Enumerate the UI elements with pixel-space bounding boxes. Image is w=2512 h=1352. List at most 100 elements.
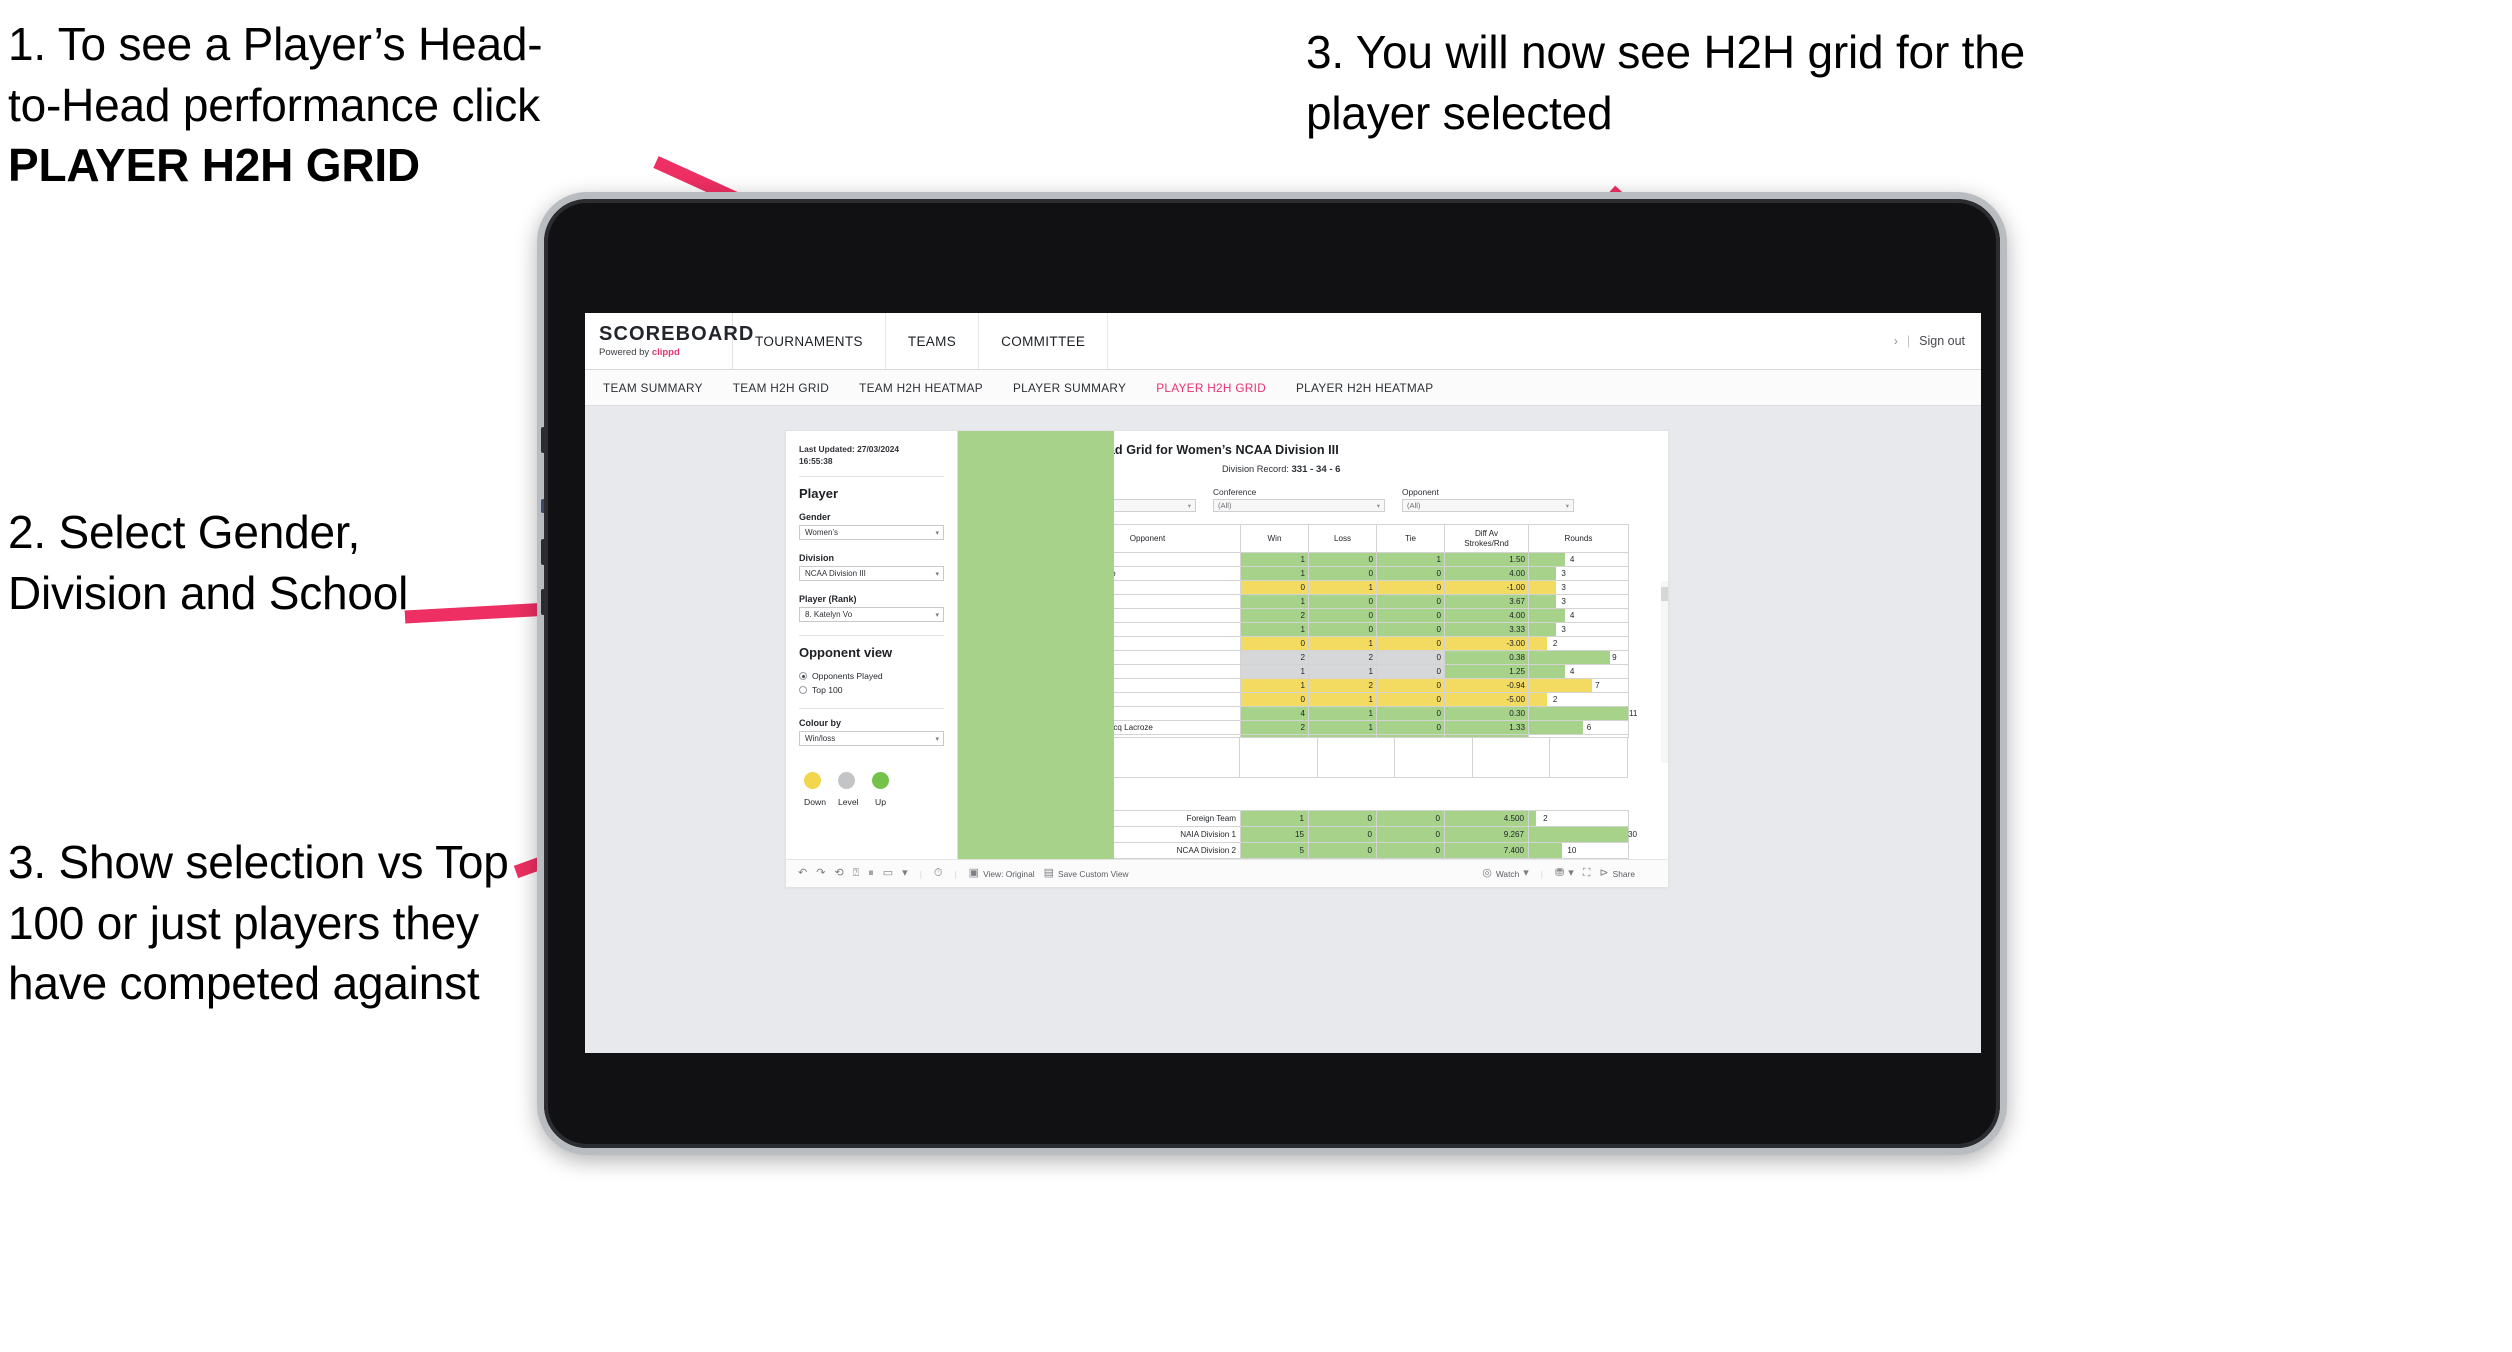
filter-opponent: Opponent (All) ▾ xyxy=(1402,487,1574,512)
cell-win: 1 xyxy=(1240,678,1309,693)
fullscreen-icon[interactable]: ⛶ xyxy=(1583,868,1591,879)
colour-by-label: Colour by xyxy=(799,718,841,729)
cell-rounds: 4 xyxy=(1528,664,1629,679)
cell-loss: 1 xyxy=(1308,692,1377,707)
refresh-icon[interactable]: ⍰ xyxy=(853,868,860,879)
redo-icon[interactable]: ↷ xyxy=(816,868,825,879)
cell-loss: 0 xyxy=(1308,608,1377,623)
cell-rounds: 4 xyxy=(1528,552,1629,567)
player-rank-select[interactable]: 8. Katelyn Vo ▾ xyxy=(799,607,944,623)
division-record-label: Division Record: xyxy=(1222,464,1289,474)
cell-diff-av-strokes: -3.00 xyxy=(1444,636,1529,651)
toolbar-divider: | xyxy=(954,868,957,879)
sign-out-link[interactable]: Sign out xyxy=(1919,334,1965,348)
table-vertical-scrollbar[interactable] xyxy=(1661,581,1668,763)
cell-loss: 0 xyxy=(1308,826,1377,843)
share-button[interactable]: ⊳ Share xyxy=(1599,868,1635,879)
cell-tie: 0 xyxy=(1376,826,1445,843)
cell-win: 2 xyxy=(1240,720,1309,735)
subnav-item-team-h2h-grid[interactable]: TEAM H2H GRID xyxy=(733,381,829,395)
cell-diff-av-strokes: 4.00 xyxy=(1444,566,1529,581)
topnav-item-tournaments[interactable]: TOURNAMENTS xyxy=(733,313,886,369)
col-tie: Tie xyxy=(1376,524,1445,553)
col-rounds: Rounds xyxy=(1528,524,1629,553)
cell-rounds: 3 xyxy=(1528,580,1629,595)
download-button[interactable]: ⛃ ▾ xyxy=(1555,868,1574,879)
last-updated-line-1: Last Updated: 27/03/2024 xyxy=(799,444,900,454)
cell-diff-av-strokes: 0.38 xyxy=(1444,650,1529,665)
col-diff-av-strokes: Diff Av Strokes/Rnd xyxy=(1444,524,1529,553)
radio-opponents-played[interactable]: Opponents Played xyxy=(799,671,944,681)
filter-opponent-select[interactable]: (All) ▾ xyxy=(1402,499,1574,512)
clock-icon[interactable]: ⏱ xyxy=(934,868,943,879)
top-navigation: TOURNAMENTS TEAMS COMMITTEE xyxy=(733,313,1109,369)
scrollbar-thumb[interactable] xyxy=(1661,587,1668,601)
cell-win: 4 xyxy=(1240,706,1309,721)
header-spacer xyxy=(1108,313,1894,369)
radio-opponents-played-label: Opponents Played xyxy=(812,671,883,682)
save-custom-view-button[interactable]: ▤ Save Custom View xyxy=(1044,868,1129,879)
footer-cell xyxy=(1395,738,1473,778)
chevron-down-icon[interactable]: ▾ xyxy=(902,868,908,879)
cell-win: 1 xyxy=(1240,566,1309,581)
view-original-button[interactable]: ▣ View: Original xyxy=(969,868,1035,879)
rounds-bar xyxy=(1529,811,1536,826)
topnav-item-committee[interactable]: COMMITTEE xyxy=(979,313,1109,369)
cell-win: 1 xyxy=(1240,622,1309,637)
cell-tie: 0 xyxy=(1376,664,1445,679)
radio-top-100-label: Top 100 xyxy=(812,685,843,696)
gender-select[interactable]: Women’s ▾ xyxy=(799,525,944,541)
chevron-right-icon[interactable]: › xyxy=(1894,334,1898,348)
colour-by-select[interactable]: Win/loss ▾ xyxy=(799,731,944,747)
revert-icon[interactable]: ⟲ xyxy=(834,868,843,879)
subnav-item-player-summary[interactable]: PLAYER SUMMARY xyxy=(1013,381,1126,395)
app-header: SCOREBOARD Powered by clippd TOURNAMENTS… xyxy=(585,313,1981,370)
subnav-item-team-h2h-heatmap[interactable]: TEAM H2H HEATMAP xyxy=(859,381,983,395)
divider xyxy=(799,708,944,710)
chevron-down-icon: ▾ xyxy=(1568,867,1574,879)
subnav-item-player-h2h-grid[interactable]: PLAYER H2H GRID xyxy=(1156,381,1266,395)
cell-loss: 0 xyxy=(1308,842,1377,859)
cell-win: 0 xyxy=(1240,636,1309,651)
cell-rounds: 3 xyxy=(1528,622,1629,637)
watch-button[interactable]: ◎ Watch ▾ xyxy=(1482,868,1529,879)
rounds-value: 4 xyxy=(1569,611,1575,620)
filter-conference-select[interactable]: (All) ▾ xyxy=(1213,499,1385,512)
rounds-bar xyxy=(1529,679,1592,692)
cell-tie: 0 xyxy=(1376,678,1445,693)
brand-logo[interactable]: SCOREBOARD Powered by clippd xyxy=(585,313,753,369)
topnav-item-teams[interactable]: TEAMS xyxy=(886,313,980,369)
rounds-bar xyxy=(1529,623,1556,636)
cell-loss: 1 xyxy=(1308,720,1377,735)
division-record: Division Record: 331 - 34 - 6 xyxy=(1222,464,1472,475)
annotation-step-1: 1. To see a Player’s Head- to-Head perfo… xyxy=(8,14,748,196)
rounds-value: 10 xyxy=(1567,846,1577,855)
chevron-down-icon: ▾ xyxy=(1376,502,1380,510)
division-value: NCAA Division III xyxy=(805,569,866,579)
dashboard-body: Last Updated: 27/03/2024 16:55:38 Player… xyxy=(786,431,1668,859)
cell-tie: 0 xyxy=(1376,580,1445,595)
cell-diff-av-strokes: -5.00 xyxy=(1444,692,1529,707)
cell-rounds: 30 xyxy=(1528,826,1637,843)
subnav-item-player-h2h-heatmap[interactable]: PLAYER H2H HEATMAP xyxy=(1296,381,1433,395)
cell-tie: 0 xyxy=(1376,842,1445,859)
division-select[interactable]: NCAA Division III ▾ xyxy=(799,566,944,582)
player-rank-label: Player (Rank) xyxy=(799,594,857,605)
share-icon: ⊳ xyxy=(1599,867,1609,879)
toolbar-divider: | xyxy=(919,868,922,879)
rounds-value: 2 xyxy=(1552,639,1558,648)
col-diff-line1: Diff Av xyxy=(1474,528,1499,538)
control-panel: Last Updated: 27/03/2024 16:55:38 Player… xyxy=(786,431,958,859)
viz-toolbar: ↶ ↷ ⟲ ⍰ ⏸ ▭ ▾ | ⏱ | ▣ View: Original ▤ S… xyxy=(786,859,1668,887)
radio-top-100[interactable]: Top 100 xyxy=(799,685,944,695)
undo-icon[interactable]: ↶ xyxy=(798,868,807,879)
annotation-step-2: 2. Select Gender, Division and School xyxy=(8,506,409,619)
cell-win: 0 xyxy=(1240,692,1309,707)
rectangle-select-icon[interactable]: ▭ xyxy=(883,868,893,879)
legend-label-down: Down xyxy=(804,797,826,808)
subnav-item-team-summary[interactable]: TEAM SUMMARY xyxy=(603,381,703,395)
cell-win: 15 xyxy=(1240,826,1309,843)
chevron-down-icon: ▾ xyxy=(935,611,939,619)
annotation-step-1-line-2: to-Head performance click xyxy=(8,78,540,131)
pause-updates-icon[interactable]: ⏸ xyxy=(868,868,874,879)
